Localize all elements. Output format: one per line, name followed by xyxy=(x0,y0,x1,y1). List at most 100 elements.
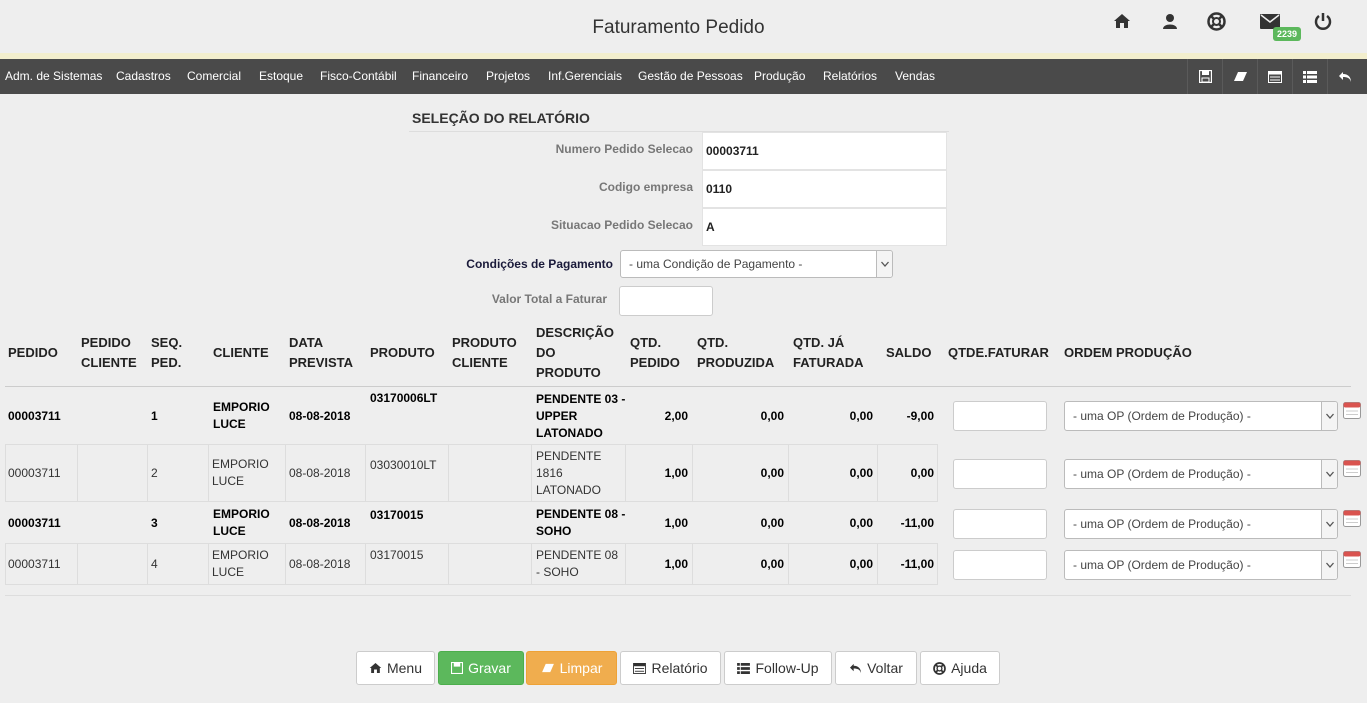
power-icon[interactable] xyxy=(1312,10,1334,32)
field-label-numero-pedido: Numero Pedido Selecao xyxy=(555,142,693,156)
menu-gestao-pessoas[interactable]: Gestão de Pessoas xyxy=(638,59,743,94)
menu-estoque[interactable]: Estoque xyxy=(259,59,303,94)
calendar-icon[interactable] xyxy=(1343,460,1361,477)
cell-cliente: EMPORIO LUCE xyxy=(213,400,270,431)
column-divider xyxy=(77,444,78,502)
cell-cliente: EMPORIO LUCE xyxy=(212,548,269,579)
chevron-down-icon xyxy=(1321,460,1337,488)
back-icon[interactable] xyxy=(1327,59,1362,94)
page-title: Faturamento Pedido xyxy=(592,17,765,38)
cell-cliente: EMPORIO LUCE xyxy=(213,507,270,538)
col-header-qtd-pedido: QTD. PEDIDO xyxy=(630,335,680,370)
main-menu: Adm. de Sistemas Cadastros Comercial Est… xyxy=(0,59,1367,94)
cell-qtd-produzida: 0,00 xyxy=(760,465,784,480)
save-icon[interactable] xyxy=(1187,59,1222,94)
back-icon xyxy=(850,663,862,673)
cell-produto: 03170015 xyxy=(370,508,424,522)
eraser-icon xyxy=(541,663,554,673)
cell-qtd-pedido: 1,00 xyxy=(664,465,688,480)
col-header-qtde-faturar: QTDE.FATURAR xyxy=(948,345,1049,360)
payment-condition-label: Condições de Pagamento xyxy=(466,257,613,271)
list-icon[interactable] xyxy=(1292,59,1327,94)
column-divider xyxy=(448,444,449,502)
cell-seq: 2 xyxy=(151,465,158,480)
ordem-producao-select[interactable]: - uma OP (Ordem de Produção) - xyxy=(1064,459,1338,489)
calendar-icon[interactable] xyxy=(1343,402,1361,419)
column-divider xyxy=(448,543,449,585)
cell-qtd-pedido: 1,00 xyxy=(664,515,688,530)
ordem-producao-value: - uma OP (Ordem de Produção) - xyxy=(1073,467,1251,481)
ordem-producao-select[interactable]: - uma OP (Ordem de Produção) - xyxy=(1064,550,1338,580)
save-icon xyxy=(451,662,464,674)
column-divider xyxy=(531,543,532,585)
relatorio-button-label: Relatório xyxy=(651,660,708,676)
numero-pedido-field[interactable]: 00003711 xyxy=(702,132,947,170)
field-label-situacao-pedido: Situacao Pedido Selecao xyxy=(550,218,693,232)
total-faturar-input[interactable] xyxy=(619,286,713,316)
column-divider xyxy=(147,543,148,585)
codigo-empresa-field[interactable]: 0110 xyxy=(702,170,947,208)
ordem-producao-value: - uma OP (Ordem de Produção) - xyxy=(1073,409,1251,423)
cell-qtd-produzida: 0,00 xyxy=(760,515,784,530)
cell-data: 08-08-2018 xyxy=(289,515,351,530)
column-divider xyxy=(208,444,209,502)
gravar-button[interactable]: Gravar xyxy=(438,651,524,685)
column-divider xyxy=(285,444,286,502)
chevron-down-icon xyxy=(1321,510,1337,538)
voltar-button-label: Voltar xyxy=(867,660,903,676)
menu-vendas[interactable]: Vendas xyxy=(895,59,935,94)
cell-descricao: PENDENTE 08 - SOHO xyxy=(536,507,626,538)
list-icon xyxy=(737,662,751,674)
user-icon[interactable] xyxy=(1159,10,1181,32)
col-header-pedido: PEDIDO xyxy=(8,345,58,360)
voltar-button[interactable]: Voltar xyxy=(835,651,917,685)
menu-inf-gerenciais[interactable]: Inf.Gerenciais xyxy=(548,59,622,94)
calendar-icon[interactable] xyxy=(1343,510,1361,527)
table-header-divider xyxy=(5,386,1351,387)
lifebuoy-icon[interactable] xyxy=(1205,10,1227,32)
ordem-producao-value: - uma OP (Ordem de Produção) - xyxy=(1073,517,1251,531)
limpar-button[interactable]: Limpar xyxy=(526,651,617,685)
cell-data: 08-08-2018 xyxy=(289,556,351,571)
chevron-down-icon xyxy=(1321,551,1337,579)
follow-up-button[interactable]: Follow-Up xyxy=(724,651,832,685)
field-label-codigo-empresa: Codigo empresa xyxy=(598,180,693,194)
menu-fisco-contabil[interactable]: Fisco-Contábil xyxy=(320,59,397,94)
menu-comercial[interactable]: Comercial xyxy=(187,59,241,94)
cell-saldo: 0,00 xyxy=(910,465,934,480)
ordem-producao-select[interactable]: - uma OP (Ordem de Produção) - xyxy=(1064,509,1338,539)
home-icon[interactable] xyxy=(1111,10,1133,32)
cell-data: 08-08-2018 xyxy=(289,465,351,480)
situacao-pedido-field[interactable]: A xyxy=(702,208,947,246)
menu-cadastros[interactable]: Cadastros xyxy=(116,59,171,94)
calendar-icon[interactable] xyxy=(1343,551,1361,568)
menu-button[interactable]: Menu xyxy=(356,651,435,685)
qtde-faturar-input[interactable] xyxy=(953,401,1047,431)
menu-relatorios[interactable]: Relatórios xyxy=(823,59,877,94)
cell-seq: 3 xyxy=(151,515,158,530)
payment-condition-select[interactable]: - uma Condição de Pagamento - xyxy=(620,250,893,278)
limpar-button-label: Limpar xyxy=(559,660,603,676)
home-icon xyxy=(369,662,382,674)
col-header-qtd-produzida: QTD. PRODUZIDA xyxy=(697,335,775,370)
qtde-faturar-input[interactable] xyxy=(953,550,1047,580)
qtde-faturar-input[interactable] xyxy=(953,509,1047,539)
ajuda-button[interactable]: Ajuda xyxy=(920,651,1000,685)
cell-saldo: -11,00 xyxy=(900,515,934,530)
menu-projetos[interactable]: Projetos xyxy=(486,59,530,94)
cell-qtd-faturada: 0,00 xyxy=(849,408,873,423)
qtde-faturar-input[interactable] xyxy=(953,459,1047,489)
relatorio-button[interactable]: Relatório xyxy=(620,651,721,685)
payment-condition-value: - uma Condição de Pagamento - xyxy=(629,257,803,271)
menu-financeiro[interactable]: Financeiro xyxy=(412,59,468,94)
cell-pedido: 00003711 xyxy=(8,465,61,480)
report-icon[interactable] xyxy=(1257,59,1292,94)
cell-cliente: EMPORIO LUCE xyxy=(212,457,269,488)
menu-adm-sistemas[interactable]: Adm. de Sistemas xyxy=(5,59,102,94)
column-divider xyxy=(365,543,366,585)
ordem-producao-select[interactable]: - uma OP (Ordem de Produção) - xyxy=(1064,401,1338,431)
eraser-icon[interactable] xyxy=(1222,59,1257,94)
menu-producao[interactable]: Produção xyxy=(754,59,805,94)
cell-qtd-produzida: 0,00 xyxy=(760,408,784,423)
ordem-producao-value: - uma OP (Ordem de Produção) - xyxy=(1073,558,1251,572)
